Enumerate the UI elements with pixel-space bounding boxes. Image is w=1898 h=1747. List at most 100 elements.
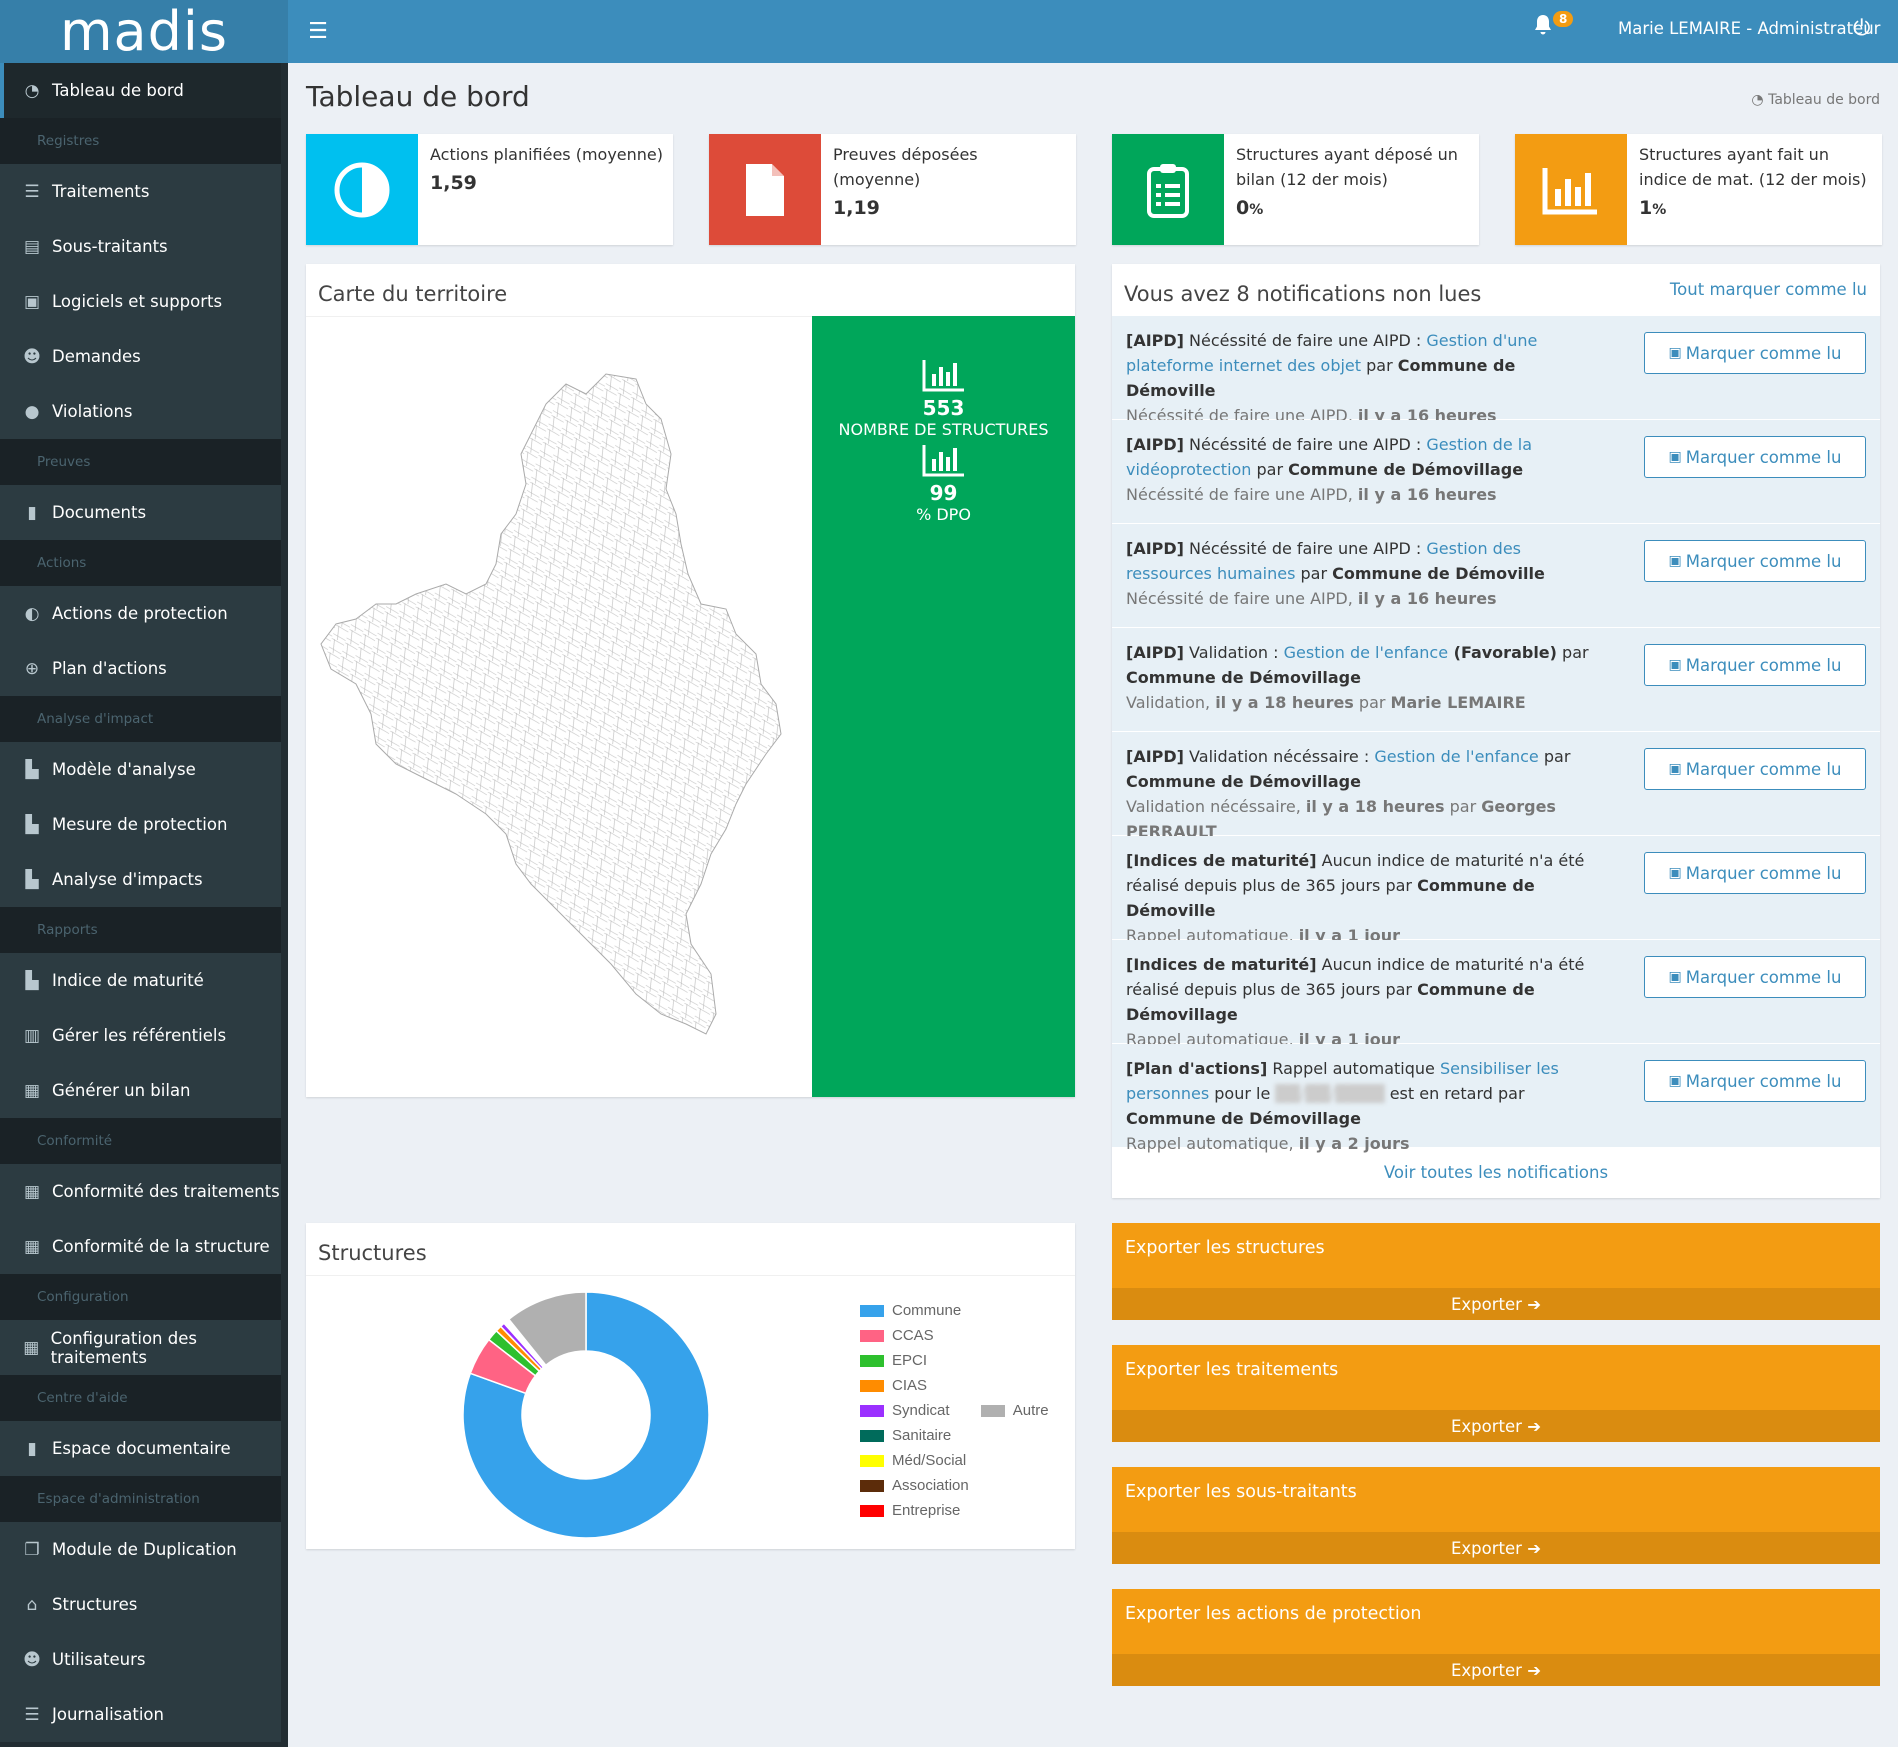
legend-item[interactable]: Autre	[980, 1398, 1049, 1423]
legend-swatch	[860, 1454, 884, 1467]
notification-text: [AIPD] Nécéssité de faire une AIPD : Ges…	[1126, 328, 1606, 428]
export-actions-button[interactable]: Exporter ➔	[1112, 1654, 1880, 1686]
legend-item[interactable]: EPCI	[860, 1348, 969, 1373]
sidebar-item-traitements[interactable]: ☰ Traitements	[0, 164, 281, 219]
legend-swatch	[860, 1354, 884, 1367]
notification-text: [Indices de maturité] Aucun indice de ma…	[1126, 848, 1606, 948]
sidebar-item-mesure-protection[interactable]: ▙ Mesure de protection	[0, 797, 281, 852]
notification-time: il y a 2 jours	[1298, 1134, 1410, 1153]
notification-link[interactable]: Gestion de l'enfance	[1284, 643, 1448, 662]
sidebar-item-demandes[interactable]: ☻ Demandes	[0, 329, 281, 384]
tachometer-icon: ◔	[1751, 92, 1769, 108]
export-structures-button[interactable]: Exporter ➔	[1112, 1288, 1880, 1320]
sidebar-item-label: Conformité des traitements	[52, 1182, 280, 1201]
sidebar-item-analyse-impacts[interactable]: ▙ Analyse d'impacts	[0, 852, 281, 907]
sidebar-item-utilisateurs[interactable]: ☻ Utilisateurs	[0, 1632, 281, 1687]
legend-item[interactable]: Association	[860, 1473, 969, 1498]
mark-as-read-button[interactable]: ▣ Marquer comme lu	[1644, 852, 1866, 894]
mark-all-read-link[interactable]: Tout marquer comme lu	[1670, 280, 1867, 299]
kpi-box-actions: Actions planifiées (moyenne) 1,59	[306, 134, 673, 245]
sidebar-item-sous-traitants[interactable]: ▤ Sous-traitants	[0, 219, 281, 274]
sidebar-item-label: Générer un bilan	[52, 1081, 191, 1100]
notification-time: il y a 16 heures	[1357, 589, 1497, 608]
export-label: Exporter	[1450, 1294, 1522, 1314]
legend-item[interactable]: CIAS	[860, 1373, 969, 1398]
power-icon[interactable]: ⏻	[1853, 16, 1870, 41]
sidebar-item-journalisation[interactable]: ☰ Journalisation	[0, 1687, 281, 1742]
mark-as-read-button[interactable]: ▣ Marquer comme lu	[1644, 644, 1866, 686]
breadcrumb[interactable]: ◔ Tableau de bord	[1751, 92, 1880, 108]
file-icon: ▮	[27, 502, 37, 523]
mark-as-read-button[interactable]: ▣ Marquer comme lu	[1644, 956, 1866, 998]
mark-as-read-button[interactable]: ▣ Marquer comme lu	[1644, 748, 1866, 790]
notification-connector: par	[1361, 356, 1398, 375]
bar-chart-icon: ▙	[25, 970, 39, 991]
app-logo[interactable]: madis	[0, 0, 288, 63]
stat-dpo-label: % DPO	[916, 505, 971, 524]
notification-message: Nécéssité de faire une AIPD :	[1183, 435, 1427, 454]
export-title: Exporter les structures	[1125, 1238, 1325, 1258]
sidebar-item-duplication[interactable]: ❐ Module de Duplication	[0, 1522, 281, 1577]
structures-donut-chart[interactable]	[456, 1285, 716, 1545]
legend-label: EPCI	[892, 1352, 928, 1369]
clipboard-check-icon: ▣	[1668, 969, 1682, 985]
sidebar-item-plan-actions[interactable]: ⊕ Plan d'actions	[0, 641, 281, 696]
adjust-icon: ◐	[24, 603, 40, 624]
sidebar-item-config-traitements[interactable]: ▦ Configuration des traitements	[0, 1320, 281, 1375]
notification-connector: par	[1538, 747, 1571, 766]
legend-label: Méd/Social	[892, 1452, 967, 1469]
sidebar-item-label: Configuration des traitements	[50, 1328, 197, 1367]
export-traitements-button[interactable]: Exporter ➔	[1112, 1410, 1880, 1442]
sidebar-item-actions-protection[interactable]: ◐ Actions de protection	[0, 586, 281, 641]
sidebar-item-violations[interactable]: ● Violations	[0, 384, 281, 439]
legend-item[interactable]: Méd/Social	[860, 1448, 969, 1473]
mark-as-read-label: Marquer comme lu	[1685, 551, 1842, 571]
mark-as-read-button[interactable]: ▣ Marquer comme lu	[1644, 1060, 1866, 1102]
mark-as-read-button[interactable]: ▣ Marquer comme lu	[1644, 332, 1866, 374]
legend-label: Association	[892, 1477, 969, 1494]
sidebar-item-espace-doc[interactable]: ▮ Espace documentaire	[0, 1421, 281, 1476]
sidebar-item-modele-analyse[interactable]: ▙ Modèle d'analyse	[0, 742, 281, 797]
sidebar-item-label: Utilisateurs	[52, 1650, 146, 1669]
notification-link[interactable]: Gestion de l'enfance	[1374, 747, 1538, 766]
notification-tag: [Plan d'actions]	[1126, 1059, 1268, 1078]
sidebar-item-conf-traitements[interactable]: ▦ Conformité des traitements	[0, 1164, 281, 1219]
sidebar-item-label: Module de Duplication	[52, 1540, 237, 1559]
clipboard-check-icon: ▣	[1668, 345, 1682, 361]
sidebar-item-indice-maturite[interactable]: ▙ Indice de maturité	[0, 953, 281, 1008]
sidebar-item-conf-structure[interactable]: ▦ Conformité de la structure	[0, 1219, 281, 1274]
notifications-bell-icon[interactable]: 8	[1533, 11, 1574, 48]
notification-item: [Indices de maturité] Aucun indice de ma…	[1112, 836, 1880, 945]
list-icon: ☰	[24, 181, 40, 202]
legend-item[interactable]: CCAS	[860, 1323, 969, 1348]
legend-swatch	[860, 1429, 884, 1442]
notification-text: [AIPD] Nécéssité de faire une AIPD : Ges…	[1126, 536, 1606, 611]
legend-item[interactable]: Sanitaire	[860, 1423, 969, 1448]
territory-map[interactable]	[316, 324, 806, 1094]
sidebar-item-label: Indice de maturité	[52, 971, 204, 990]
legend-item[interactable]: Commune	[860, 1298, 969, 1323]
user-menu[interactable]: Marie LEMAIRE - Administrateur	[1618, 19, 1880, 38]
sidebar-item-dashboard[interactable]: ◔ Tableau de bord	[0, 63, 281, 118]
sidebar-item-bilan[interactable]: ▦ Générer un bilan	[0, 1063, 281, 1118]
legend-item[interactable]: Entreprise	[860, 1498, 969, 1523]
sidebar-item-label: Traitements	[52, 182, 150, 201]
export-sous-traitants-button[interactable]: Exporter ➔	[1112, 1532, 1880, 1564]
notification-connector: pour le	[1209, 1084, 1276, 1103]
sidebar-item-documents[interactable]: ▮ Documents	[0, 485, 281, 540]
sidebar-item-label: Analyse d'impacts	[52, 870, 203, 889]
kpi-value: 1,19	[833, 197, 880, 219]
notification-item: [AIPD] Validation nécéssaire : Gestion d…	[1112, 732, 1880, 841]
mark-as-read-button[interactable]: ▣ Marquer comme lu	[1644, 436, 1866, 478]
mark-as-read-button[interactable]: ▣ Marquer comme lu	[1644, 540, 1866, 582]
notification-status: (Favorable)	[1448, 643, 1557, 662]
stat-structures-label: NOMBRE DE STRUCTURES	[838, 420, 1049, 439]
notification-time: il y a 18 heures	[1305, 797, 1445, 816]
legend-item[interactable]: Syndicat	[860, 1398, 969, 1423]
sidebar-item-logiciels[interactable]: ▣ Logiciels et supports	[0, 274, 281, 329]
sidebar-item-referentiels[interactable]: ▥ Gérer les référentiels	[0, 1008, 281, 1063]
kpi-value: 1	[1639, 197, 1653, 219]
hamburger-menu-icon[interactable]: ☰	[293, 0, 343, 63]
sidebar-item-structures[interactable]: ⌂ Structures	[0, 1577, 281, 1632]
clipboard-check-icon: ▣	[1668, 865, 1682, 881]
